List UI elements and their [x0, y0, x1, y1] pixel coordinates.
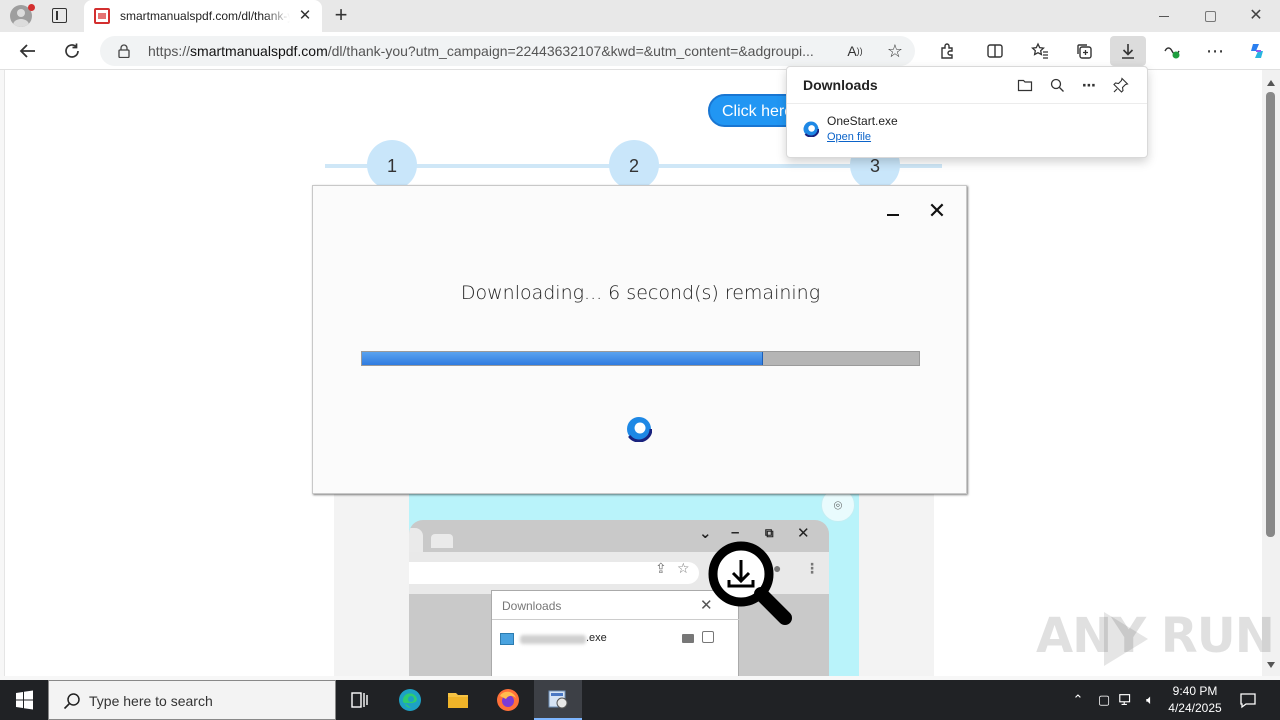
device-icon[interactable]: ▢ [1094, 680, 1114, 720]
volume-icon[interactable]: 🔈︎ [1140, 680, 1160, 720]
notification-dot [28, 4, 35, 11]
tab-title: smartmanualspdf.com/dl/thank-you?utm_cam… [120, 9, 290, 23]
refresh-button[interactable] [57, 36, 87, 66]
windows-taskbar: Type here to search ⌃ ▢ 🔈︎ 9:40 PM 4/24/… [0, 680, 1280, 720]
copilot-icon[interactable] [1242, 36, 1272, 66]
window-minimize-button[interactable] [1141, 0, 1187, 32]
download-progress-bar [361, 351, 920, 366]
notifications-icon[interactable] [1236, 680, 1260, 720]
folder-icon [448, 693, 468, 708]
windows-logo-icon [16, 690, 33, 710]
search-placeholder: Type here to search [89, 693, 213, 709]
scrollbar-thumb[interactable] [1266, 92, 1275, 537]
task-view-icon [351, 692, 368, 708]
guide-open-icon [702, 631, 714, 643]
lock-icon[interactable] [118, 44, 130, 58]
flyout-divider [787, 103, 1147, 104]
step-1: 1 [367, 140, 417, 190]
browser-tab[interactable]: smartmanualspdf.com/dl/thank-you?utm_cam… [84, 0, 322, 32]
app-icon [548, 690, 568, 709]
address-bar[interactable]: https://smartmanualspdf.com/dl/thank-you… [100, 36, 915, 66]
download-file-name: OneStart.exe [827, 114, 898, 128]
taskbar-search-box[interactable]: Type here to search [48, 680, 336, 720]
pin-icon[interactable] [1111, 75, 1131, 95]
scroll-up-arrow-icon[interactable] [1267, 80, 1275, 86]
downloads-title: Downloads [803, 77, 878, 93]
url-text[interactable]: https://smartmanualspdf.com/dl/thank-you… [148, 43, 838, 59]
tab-actions-icon[interactable] [52, 8, 67, 23]
show-hidden-icons-icon[interactable]: ⌃ [1068, 680, 1088, 720]
clock-time: 9:40 PM [1172, 684, 1218, 698]
download-icon [1122, 44, 1134, 59]
edge-taskbar-button[interactable] [386, 680, 434, 720]
extensions-icon[interactable] [932, 36, 962, 66]
tab-close-icon[interactable]: ✕ [296, 7, 314, 25]
browser-toolbar: https://smartmanualspdf.com/dl/thank-you… [0, 32, 1280, 70]
guide-tab [409, 528, 423, 552]
anyrun-watermark: ANY RUN [1036, 608, 1275, 664]
downloads-button[interactable] [1110, 36, 1146, 66]
task-view-button[interactable] [336, 680, 384, 720]
start-button[interactable] [0, 680, 48, 720]
network-icon[interactable] [1116, 680, 1136, 720]
magnifier-download-icon [705, 540, 800, 630]
active-app-button[interactable] [534, 680, 582, 720]
clock-date: 4/24/2025 [1168, 701, 1222, 715]
onestart-file-icon [803, 121, 819, 137]
onestart-logo-icon [626, 416, 652, 442]
favorites-icon[interactable] [1025, 36, 1055, 66]
guide-tab [431, 534, 453, 548]
guide-divider [492, 619, 740, 620]
dialog-minimize-button[interactable] [885, 202, 901, 222]
guide-folder-icon [682, 634, 694, 643]
refresh-icon [65, 43, 79, 58]
step-2: 2 [609, 140, 659, 190]
settings-more-icon[interactable]: ⋯ [1200, 36, 1230, 66]
site-favicon-icon [94, 8, 110, 24]
download-status-text: Downloading... 6 second(s) remaining [460, 282, 821, 304]
collections-icon[interactable] [1069, 36, 1099, 66]
page-scrollbar[interactable] [1262, 70, 1280, 676]
file-explorer-button[interactable] [434, 680, 482, 720]
edge-icon [399, 689, 421, 711]
search-downloads-icon[interactable] [1047, 75, 1067, 95]
new-tab-button[interactable]: + [330, 4, 352, 28]
firefox-button[interactable] [484, 680, 532, 720]
guide-file-icon [500, 633, 514, 645]
favorite-star-icon[interactable]: ☆ [880, 36, 910, 66]
dialog-close-button[interactable]: ✕ [927, 200, 947, 222]
read-aloud-icon[interactable]: A)) [840, 36, 870, 66]
tab-strip: smartmanualspdf.com/dl/thank-you?utm_cam… [0, 0, 1280, 32]
search-icon [63, 693, 80, 710]
guide-file-ext: .exe [586, 632, 607, 644]
guide-restore-icon: ⧉ [765, 526, 774, 540]
open-folder-icon[interactable] [1015, 75, 1035, 95]
guide-downloads-panel: Downloads ✕ .exe [491, 590, 740, 676]
split-screen-icon[interactable] [980, 36, 1010, 66]
back-arrow-icon [19, 44, 35, 58]
firefox-icon [497, 689, 519, 711]
guide-menu-icon: ⋮ [805, 560, 819, 576]
download-progress-dialog: ✕ Downloading... 6 second(s) remaining [312, 185, 967, 494]
more-options-icon[interactable]: ⋯ [1079, 75, 1099, 95]
window-restore-button[interactable] [1187, 0, 1233, 32]
progress-fill [362, 352, 764, 365]
guide-file-name-blurred [520, 635, 586, 644]
system-clock[interactable]: 9:40 PM 4/24/2025 [1160, 683, 1230, 717]
downloads-flyout: Downloads ⋯ OneStart.exe Open file [786, 66, 1148, 158]
guide-minimize-icon: – [731, 524, 740, 541]
open-file-link[interactable]: Open file [827, 131, 871, 143]
window-close-button[interactable]: ✕ [1233, 0, 1279, 32]
guide-star-icon: ☆ [677, 560, 690, 576]
browser-essentials-icon[interactable] [1157, 36, 1187, 66]
guide-share-icon: ⇪ [655, 560, 667, 576]
back-button[interactable] [13, 36, 43, 66]
guide-downloads-title: Downloads [502, 599, 562, 613]
